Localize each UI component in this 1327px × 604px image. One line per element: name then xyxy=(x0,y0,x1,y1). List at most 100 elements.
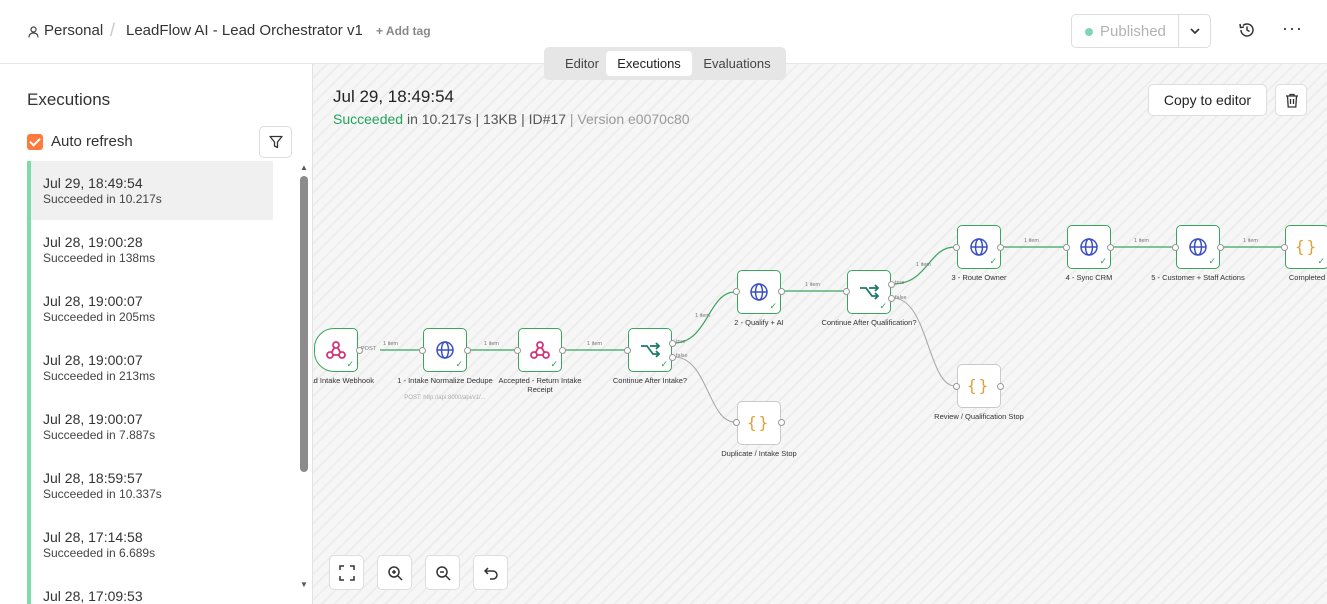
input-port[interactable] xyxy=(1172,244,1179,251)
input-port[interactable] xyxy=(843,288,850,295)
execution-status: Succeeded in 205ms xyxy=(43,310,156,324)
node-accepted-return[interactable]: ✓ xyxy=(518,328,562,372)
execution-item[interactable]: Jul 28, 19:00:28 Succeeded in 138ms xyxy=(27,220,273,279)
output-port[interactable] xyxy=(559,347,566,354)
true-label: true xyxy=(676,339,686,345)
node-continue-after-intake[interactable]: ✓ xyxy=(628,328,672,372)
divider xyxy=(1178,15,1179,47)
auto-refresh-checkbox[interactable] xyxy=(27,134,43,150)
execution-item[interactable]: Jul 28, 17:14:58 Succeeded in 6.689s xyxy=(27,515,273,574)
output-port-true[interactable] xyxy=(888,281,895,288)
user-icon xyxy=(28,26,39,38)
edge-item-label: 1 item xyxy=(1024,238,1039,244)
node-label: Continue After Qualification? xyxy=(821,318,917,327)
undo-icon xyxy=(483,567,498,580)
execution-item[interactable]: Jul 28, 19:00:07 Succeeded in 7.887s xyxy=(27,397,273,456)
node-duplicate-intake-stop[interactable]: {} xyxy=(737,401,781,445)
false-label: false xyxy=(676,353,688,359)
input-port[interactable] xyxy=(953,383,960,390)
input-port[interactable] xyxy=(1063,244,1070,251)
workflow-canvas[interactable]: Jul 29, 18:49:54 Succeeded in 10.217s | … xyxy=(313,64,1327,604)
output-port[interactable] xyxy=(464,347,471,354)
output-port[interactable] xyxy=(778,419,785,426)
code-icon: {} xyxy=(747,413,771,432)
globe-icon xyxy=(970,238,988,256)
execution-item[interactable]: Jul 29, 18:49:54 Succeeded in 10.217s xyxy=(27,161,273,220)
output-port-true[interactable] xyxy=(669,340,676,347)
input-port[interactable] xyxy=(953,244,960,251)
true-label: true xyxy=(895,280,905,286)
success-check-icon: ✓ xyxy=(989,256,997,266)
edge-item-label: 1 item xyxy=(805,282,820,288)
success-check-icon: ✓ xyxy=(550,359,558,369)
output-port-false[interactable] xyxy=(669,354,676,361)
globe-icon xyxy=(750,283,768,301)
node-label: Review / Qualification Stop xyxy=(934,412,1024,421)
zoom-out-button[interactable] xyxy=(425,555,460,590)
filter-button[interactable] xyxy=(259,126,292,158)
globe-icon xyxy=(1080,238,1098,256)
node-label: 4 - Sync CRM xyxy=(1065,273,1113,282)
execution-item[interactable]: Jul 28, 18:59:57 Succeeded in 10.337s xyxy=(27,456,273,515)
input-port[interactable] xyxy=(733,288,740,295)
output-port[interactable] xyxy=(997,244,1004,251)
output-port[interactable] xyxy=(1107,244,1114,251)
breadcrumb-owner[interactable]: Personal xyxy=(44,22,103,39)
execution-status: Succeeded in 6.689s xyxy=(43,546,156,560)
tab-editor[interactable]: Editor xyxy=(550,51,614,76)
success-check-icon: ✓ xyxy=(769,301,777,311)
tab-executions[interactable]: Executions xyxy=(606,51,692,76)
zoom-out-icon xyxy=(436,566,451,581)
input-port[interactable] xyxy=(624,347,631,354)
workflow-name[interactable]: LeadFlow AI - Lead Orchestrator v1 xyxy=(126,22,363,39)
add-tag-button[interactable]: + Add tag xyxy=(376,24,431,38)
scrollbar-thumb[interactable] xyxy=(300,176,308,472)
input-port[interactable] xyxy=(419,347,426,354)
input-port[interactable] xyxy=(733,419,740,426)
more-options-icon[interactable]: ··· xyxy=(1282,18,1303,39)
reset-zoom-button[interactable] xyxy=(473,555,508,590)
node-continue-after-qualification[interactable]: ✓ xyxy=(847,270,891,314)
edge-item-label: 1 item xyxy=(1243,238,1258,244)
webhook-icon xyxy=(326,341,346,359)
scroll-up-arrow[interactable]: ▲ xyxy=(300,163,308,172)
node-customer-staff-actions[interactable]: ✓ xyxy=(1176,225,1220,269)
output-port[interactable] xyxy=(778,288,785,295)
input-port[interactable] xyxy=(514,347,521,354)
zoom-in-button[interactable] xyxy=(377,555,412,590)
scroll-down-arrow[interactable]: ▼ xyxy=(300,580,308,589)
node-completed[interactable]: {} ✓ xyxy=(1285,225,1327,269)
execution-status: Succeeded in 7.887s xyxy=(43,428,156,442)
success-check-icon: ✓ xyxy=(1208,256,1216,266)
node-subtitle: POST: http://api:8000/api/v1/... xyxy=(404,395,486,401)
input-port[interactable] xyxy=(1281,244,1288,251)
output-port[interactable] xyxy=(356,347,363,354)
fit-view-button[interactable] xyxy=(329,555,364,590)
node-sync-crm[interactable]: ✓ xyxy=(1067,225,1111,269)
tab-evaluations[interactable]: Evaluations xyxy=(696,51,778,76)
auto-refresh-label[interactable]: Auto refresh xyxy=(51,133,133,150)
executions-sidebar: Executions Auto refresh Jul 29, 18:49:54… xyxy=(0,64,313,604)
fit-view-icon xyxy=(339,565,355,581)
node-lead-intake-webhook[interactable]: ✓ xyxy=(314,328,358,372)
edge-item-label: 1 item xyxy=(587,341,602,347)
node-route-owner[interactable]: ✓ xyxy=(957,225,1001,269)
execution-item[interactable]: Jul 28, 17:09:53 xyxy=(27,574,273,604)
published-toggle[interactable]: Published xyxy=(1071,14,1211,48)
false-label: false xyxy=(895,295,907,301)
execution-item[interactable]: Jul 28, 19:00:07 Succeeded in 205ms xyxy=(27,279,273,338)
execution-item[interactable]: Jul 28, 19:00:07 Succeeded in 213ms xyxy=(27,338,273,397)
output-port[interactable] xyxy=(997,383,1004,390)
output-port[interactable] xyxy=(1217,244,1224,251)
node-intake-normalize[interactable]: ✓ xyxy=(423,328,467,372)
node-label: Continue After Intake? xyxy=(612,376,688,385)
node-review-qualification-stop[interactable]: {} xyxy=(957,364,1001,408)
node-qualify-ai[interactable]: ✓ xyxy=(737,270,781,314)
chevron-down-icon[interactable] xyxy=(1189,25,1201,37)
code-icon: {} xyxy=(1295,237,1319,256)
execution-status: Succeeded in 10.217s xyxy=(43,192,162,206)
history-icon[interactable] xyxy=(1238,21,1256,39)
sidebar-title: Executions xyxy=(27,90,111,109)
output-port-false[interactable] xyxy=(888,295,895,302)
edge-item-label: 1 item xyxy=(1134,238,1149,244)
